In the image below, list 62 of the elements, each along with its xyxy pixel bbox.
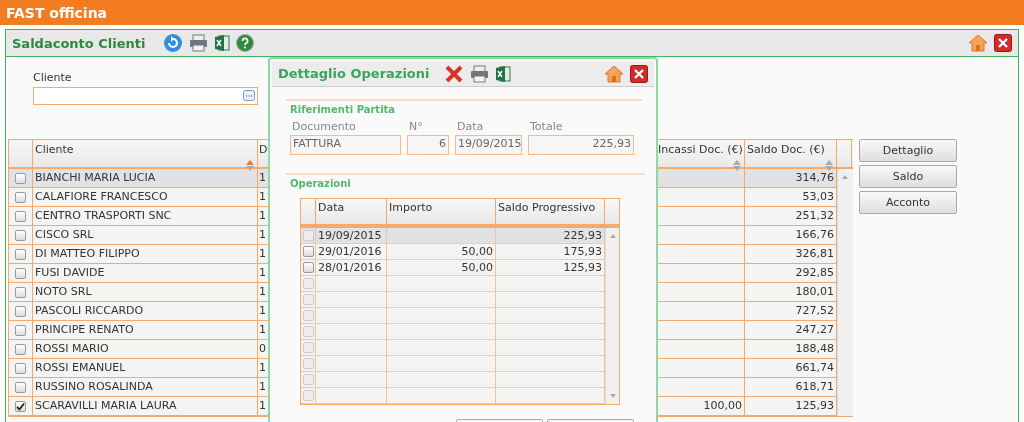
table-cell: 1 bbox=[259, 228, 266, 241]
table-cell: 1 bbox=[259, 304, 266, 317]
readonly-field: 6 bbox=[407, 135, 449, 155]
table-cell: 326,81 bbox=[795, 247, 834, 260]
table-cell: 1 bbox=[259, 399, 266, 412]
table-cell: 1 bbox=[259, 361, 266, 374]
table-cell: 166,76 bbox=[795, 228, 834, 241]
table-cell: CISCO SRL bbox=[35, 228, 94, 241]
field-label: Documento bbox=[291, 120, 357, 133]
table-cell: PASCOLI RICCARDO bbox=[35, 304, 144, 317]
table-cell: 1 bbox=[259, 285, 266, 298]
table-cell: ROSSI EMANUEL bbox=[35, 361, 126, 374]
table-cell: PRINCIPE RENATO bbox=[35, 323, 134, 336]
table-cell: NOTO SRL bbox=[35, 285, 92, 298]
table-cell: 53,03 bbox=[802, 190, 834, 203]
readonly-field: 225,93 bbox=[528, 135, 634, 155]
table-cell: 661,74 bbox=[795, 361, 834, 374]
app-title: FAST officina bbox=[6, 4, 108, 21]
field-label: N° bbox=[408, 120, 424, 133]
field-label: Data bbox=[456, 120, 485, 133]
field-label: Totale bbox=[529, 120, 564, 133]
table-cell: 727,52 bbox=[795, 304, 834, 317]
panel-title: Saldaconto Clienti bbox=[12, 35, 146, 51]
table-cell: 1 bbox=[259, 266, 266, 279]
table-cell: 1 bbox=[259, 190, 266, 203]
table-cell: 1 bbox=[259, 247, 266, 260]
table-cell: 1 bbox=[259, 209, 266, 222]
table-cell: 188,48 bbox=[795, 342, 834, 355]
field-label: Cliente bbox=[33, 71, 72, 84]
table-cell: 1 bbox=[259, 171, 266, 184]
table-cell: CALAFIORE FRANCESCO bbox=[35, 190, 168, 203]
table-cell: BIANCHI MARIA LUCIA bbox=[35, 171, 156, 184]
readonly-field: 19/09/2015 bbox=[455, 135, 522, 155]
table-cell: 125,93 bbox=[795, 399, 834, 412]
table-cell: 1 bbox=[259, 323, 266, 336]
section-heading: Riferimenti Partita bbox=[290, 104, 396, 115]
table-cell: ROSSI MARIO bbox=[35, 342, 109, 355]
table-cell: RUSSINO ROSALINDA bbox=[35, 380, 153, 393]
table-cell: DI MATTEO FILIPPO bbox=[35, 247, 140, 260]
table-cell: 247,27 bbox=[795, 323, 834, 336]
table-cell: 314,76 bbox=[795, 171, 834, 184]
table-cell: 0 bbox=[259, 342, 266, 355]
table-cell: 28/01/2016 bbox=[318, 261, 382, 274]
table-cell: 1 bbox=[259, 380, 266, 393]
table-cell: 225,93 bbox=[563, 229, 602, 242]
table-cell: 125,93 bbox=[563, 261, 602, 274]
table-cell: 19/09/2015 bbox=[318, 229, 382, 242]
table-cell: 292,85 bbox=[795, 266, 834, 279]
table-cell: 50,00 bbox=[461, 245, 493, 258]
table-cell: 180,01 bbox=[795, 285, 834, 298]
readonly-field: FATTURA bbox=[290, 135, 401, 155]
table-cell: 100,00 bbox=[703, 399, 742, 412]
section-heading: Operazioni bbox=[290, 178, 351, 189]
table-cell: FUSI DAVIDE bbox=[35, 266, 105, 279]
table-cell: 618,71 bbox=[795, 380, 834, 393]
table-cell: 50,00 bbox=[461, 261, 493, 274]
table-cell: 29/01/2016 bbox=[318, 245, 382, 258]
table-cell: 175,93 bbox=[563, 245, 602, 258]
table-cell: CENTRO TRASPORTI SNC bbox=[35, 209, 172, 222]
table-cell: 251,32 bbox=[795, 209, 834, 222]
dialog-title: Dettaglio Operazioni bbox=[278, 66, 430, 81]
table-cell: SCARAVILLI MARIA LAURA bbox=[35, 399, 177, 412]
